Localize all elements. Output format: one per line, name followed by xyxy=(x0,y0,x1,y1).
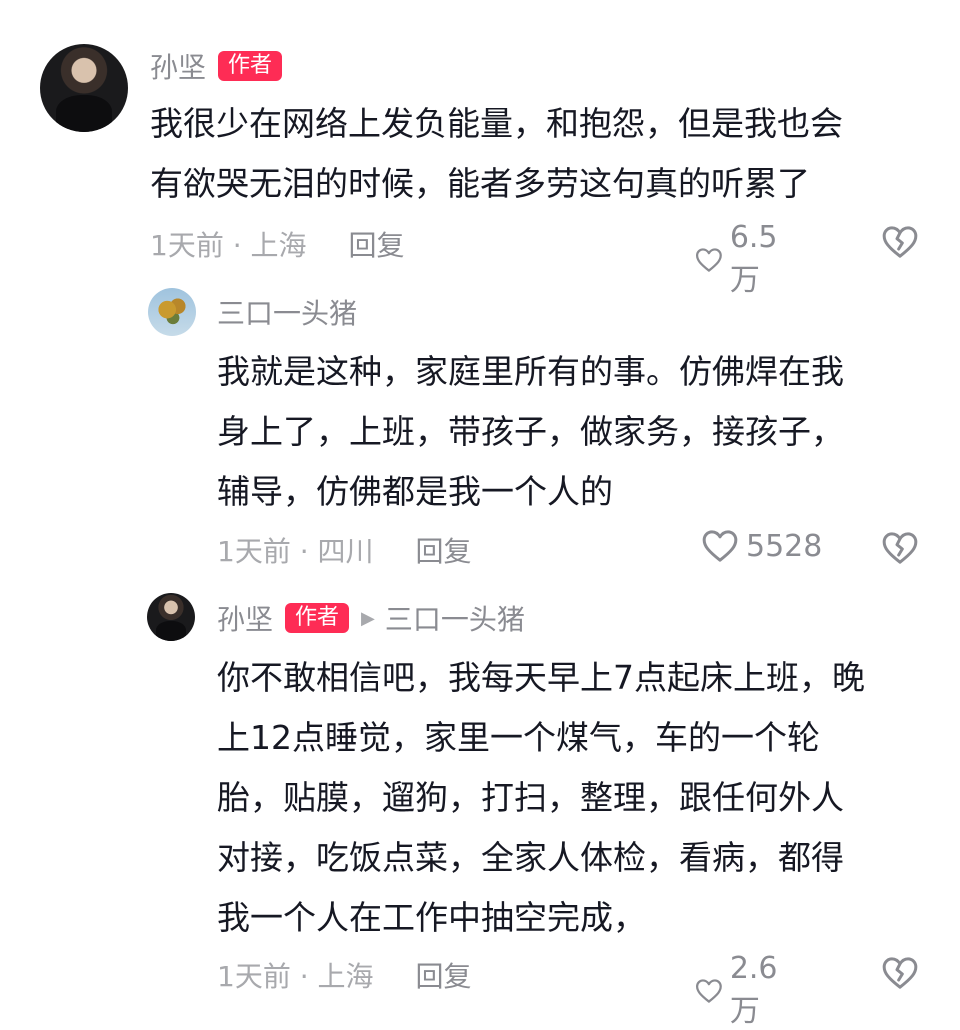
author-name[interactable]: 孙坚 xyxy=(150,46,206,86)
author-row: 三口一头猪 xyxy=(217,292,357,332)
like-button[interactable]: 2.6万 xyxy=(694,951,788,1030)
broken-heart-icon[interactable] xyxy=(880,953,920,993)
reply-button[interactable]: 回复 xyxy=(349,224,405,264)
author-badge: 作者 xyxy=(285,603,350,633)
heart-outline-icon xyxy=(702,530,738,562)
author-badge: 作者 xyxy=(218,51,283,81)
like-count: 6.5万 xyxy=(729,220,778,298)
avatar[interactable] xyxy=(40,44,128,132)
comment-text: 我就是这种，家庭里所有的事。仿佛焊在我 身上了，上班，带孩子，做家务，接孩子， … xyxy=(217,352,844,511)
heart-outline-icon xyxy=(695,978,722,1003)
comment-meta: 1天前 · 四川 回复 xyxy=(217,530,472,570)
comment-text: 我很少在网络上发负能量，和抱怨，但是我也会 有欲哭无泪的时候，能者多劳这句真的听… xyxy=(150,104,843,203)
reply-button[interactable]: 回复 xyxy=(416,955,472,995)
triangle-right-icon: ▶ xyxy=(361,607,375,629)
comment-text: 你不敢相信吧，我每天早上7点起床上班，晚 上12点睡觉，家里一个煤气，车的一个轮… xyxy=(217,658,865,937)
reply-to-name[interactable]: 三口一头猪 xyxy=(385,598,525,638)
time-location: 1天前 · 上海 xyxy=(150,229,307,262)
avatar[interactable] xyxy=(147,593,195,641)
avatar[interactable] xyxy=(148,288,196,336)
like-button[interactable]: 5528 xyxy=(700,526,822,566)
time-location: 1天前 · 四川 xyxy=(217,535,374,568)
like-count: 2.6万 xyxy=(729,951,778,1029)
author-row: 孙坚 作者 xyxy=(150,46,283,86)
author-row: 孙坚 作者 ▶ 三口一头猪 xyxy=(217,598,525,638)
broken-heart-icon[interactable] xyxy=(880,222,920,262)
like-count: 5528 xyxy=(746,528,823,564)
comment-meta: 1天前 · 上海 回复 xyxy=(150,224,405,264)
reply-button[interactable]: 回复 xyxy=(416,530,472,570)
time-location: 1天前 · 上海 xyxy=(217,960,374,993)
broken-heart-icon[interactable] xyxy=(880,528,920,568)
author-name[interactable]: 孙坚 xyxy=(217,598,273,638)
like-button[interactable]: 6.5万 xyxy=(694,220,788,299)
author-name[interactable]: 三口一头猪 xyxy=(217,292,357,332)
comment-meta: 1天前 · 上海 回复 xyxy=(217,955,472,995)
heart-outline-icon xyxy=(695,247,722,272)
